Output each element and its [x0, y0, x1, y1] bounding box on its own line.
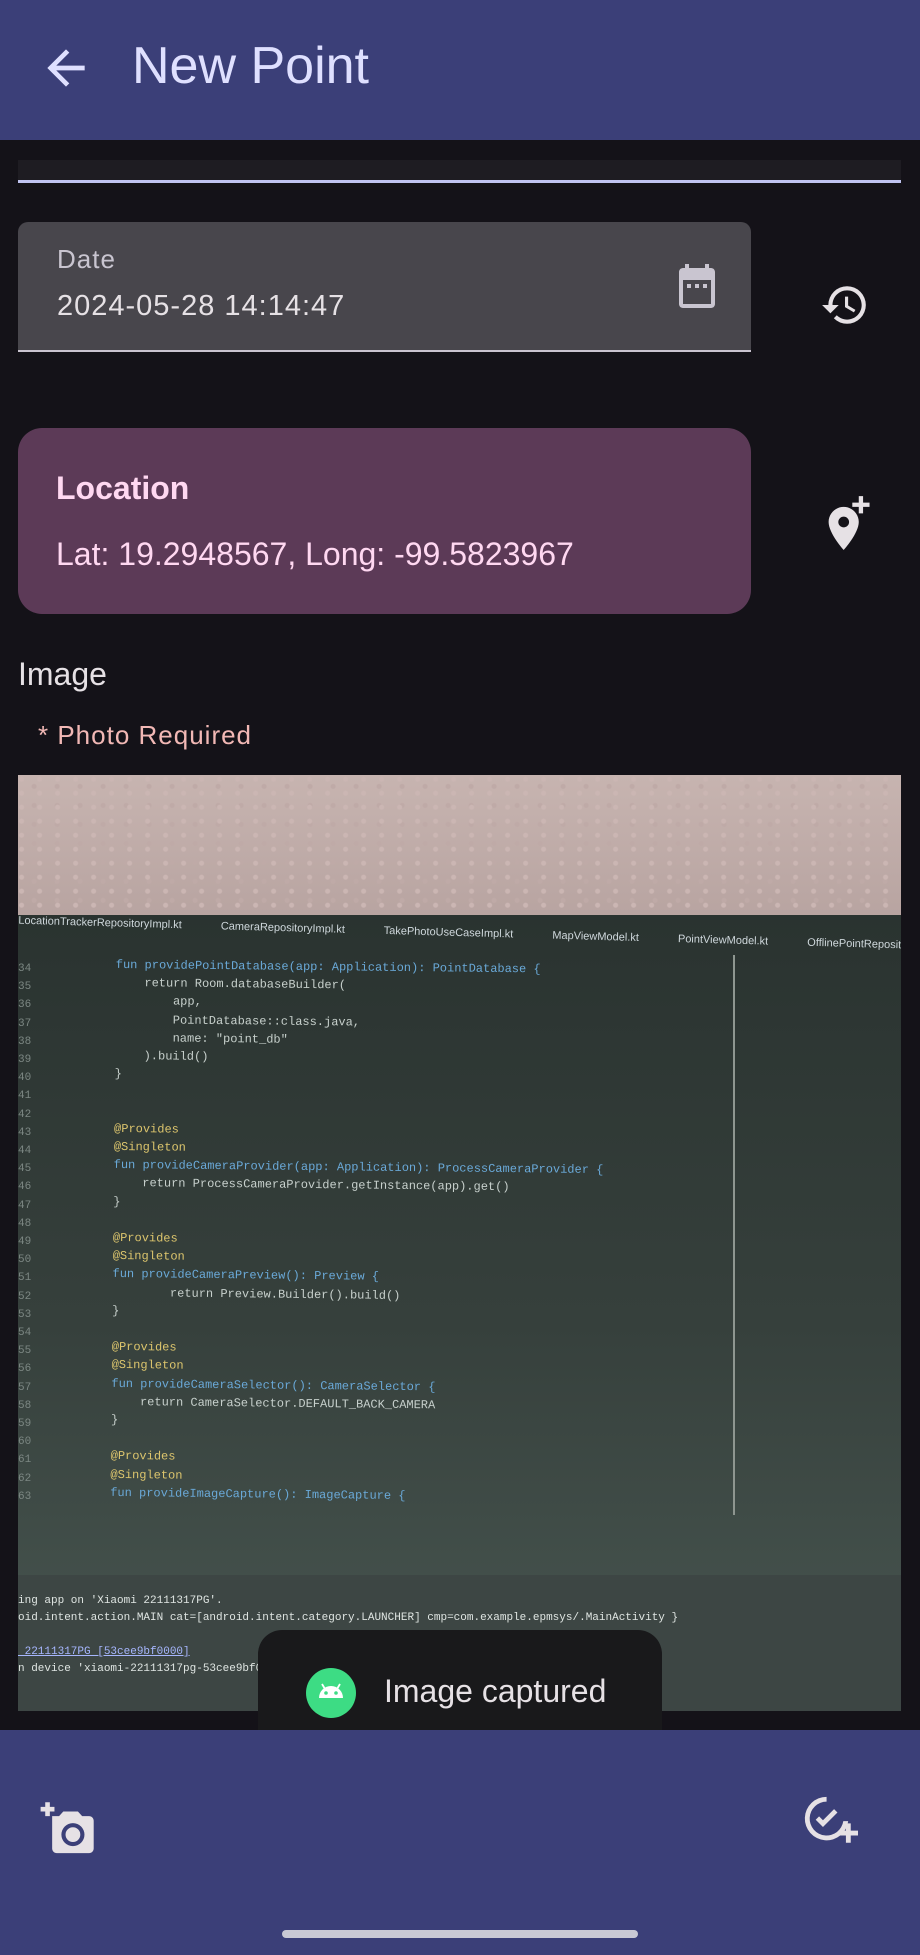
editor-tab: MapViewModel.kt	[552, 929, 640, 945]
android-icon	[306, 1668, 356, 1718]
code-line-number: 61	[18, 1454, 32, 1467]
arrow-back-icon[interactable]	[38, 40, 94, 96]
save-point-icon[interactable]	[800, 1792, 858, 1850]
add-photo-icon[interactable]	[36, 1802, 96, 1858]
code-line-number: 46	[18, 1181, 32, 1194]
captured-photo: LocationTrackerRepositoryImpl.kt CameraR…	[18, 775, 901, 1711]
photo-code-lines: fun providePointDatabase(app: Applicatio…	[110, 956, 896, 1510]
code-line-number: 39	[18, 1054, 32, 1067]
code-line-number: 40	[18, 1072, 32, 1085]
code-line-number: 62	[18, 1472, 32, 1485]
editor-tab: LocationTrackerRepositoryImpl.kt	[18, 914, 182, 932]
code-line-number: 49	[18, 1236, 32, 1249]
code-line-number: 45	[18, 1163, 32, 1176]
image-section-heading: Image	[18, 656, 107, 692]
page-title: New Point	[132, 37, 369, 95]
toast-text: Image captured	[384, 1673, 607, 1709]
date-field[interactable]: Date 2024-05-28 14:14:47	[18, 222, 751, 352]
top-app-bar: New Point	[0, 0, 920, 140]
code-line-number: 58	[18, 1399, 32, 1412]
editor-tab: TakePhotoUseCaseImpl.kt	[383, 924, 514, 941]
photo-margin-guide	[733, 955, 735, 1515]
field-underline	[18, 180, 901, 183]
photo-monitor-screen: LocationTrackerRepositoryImpl.kt CameraR…	[18, 915, 901, 1595]
bottom-app-bar	[0, 1730, 920, 1955]
add-location-icon[interactable]	[822, 494, 874, 550]
code-line-number: 57	[18, 1381, 32, 1394]
code-line-number: 36	[18, 999, 32, 1012]
location-title: Location	[56, 470, 190, 506]
photo-required-text: * Photo Required	[38, 720, 253, 750]
code-line-number: 52	[18, 1290, 32, 1303]
code-line-number: 41	[18, 1090, 32, 1103]
gesture-handle	[282, 1930, 638, 1938]
code-line-number: 35	[18, 981, 32, 994]
code-line-number: 34	[18, 963, 32, 975]
location-coordinates: Lat: 19.2948567, Long: -99.5823967	[56, 536, 574, 572]
history-icon[interactable]	[820, 280, 870, 330]
editor-tab: CameraRepositoryImpl.kt	[220, 920, 346, 936]
code-line-number: 48	[18, 1217, 32, 1230]
code-line-number: 63	[18, 1490, 32, 1503]
photo-line-numbers: 34 35 36 37 38 39 40 41 42 43 44 45 46 47 48 49 50 51 52 53…	[18, 960, 68, 1560]
code-line-number: 44	[18, 1145, 32, 1158]
code-line-number: 60	[18, 1436, 32, 1449]
editor-tab: OfflinePointRepositoryImpl.kt	[807, 936, 901, 953]
code-line-number: 37	[18, 1017, 32, 1030]
date-label: Date	[57, 244, 116, 274]
code-line-number: 56	[18, 1363, 32, 1376]
code-line-number: 53	[18, 1308, 32, 1321]
code-line-number: 42	[18, 1108, 32, 1121]
code-line-number: 38	[18, 1035, 32, 1048]
code-line-number: 51	[18, 1272, 32, 1285]
calendar-icon[interactable]	[673, 262, 721, 314]
previous-field-remnant	[18, 160, 901, 180]
date-value: 2024-05-28 14:14:47	[57, 290, 346, 322]
console-line: oid.intent.action.MAIN cat=[android.inte…	[18, 1612, 679, 1624]
code-line-number: 54	[18, 1327, 32, 1340]
code-line-number: 47	[18, 1199, 32, 1212]
console-line: ing app on 'Xiaomi 22111317PG'.	[18, 1595, 223, 1607]
code-line-number: 59	[18, 1418, 32, 1431]
code-line-number: 43	[18, 1126, 32, 1139]
code-line-number: 55	[18, 1345, 32, 1358]
location-card: Location Lat: 19.2948567, Long: -99.5823…	[18, 428, 751, 614]
editor-tab: PointViewModel.kt	[677, 933, 769, 948]
code-line-number: 50	[18, 1254, 32, 1267]
photo-wall-background	[18, 775, 901, 925]
